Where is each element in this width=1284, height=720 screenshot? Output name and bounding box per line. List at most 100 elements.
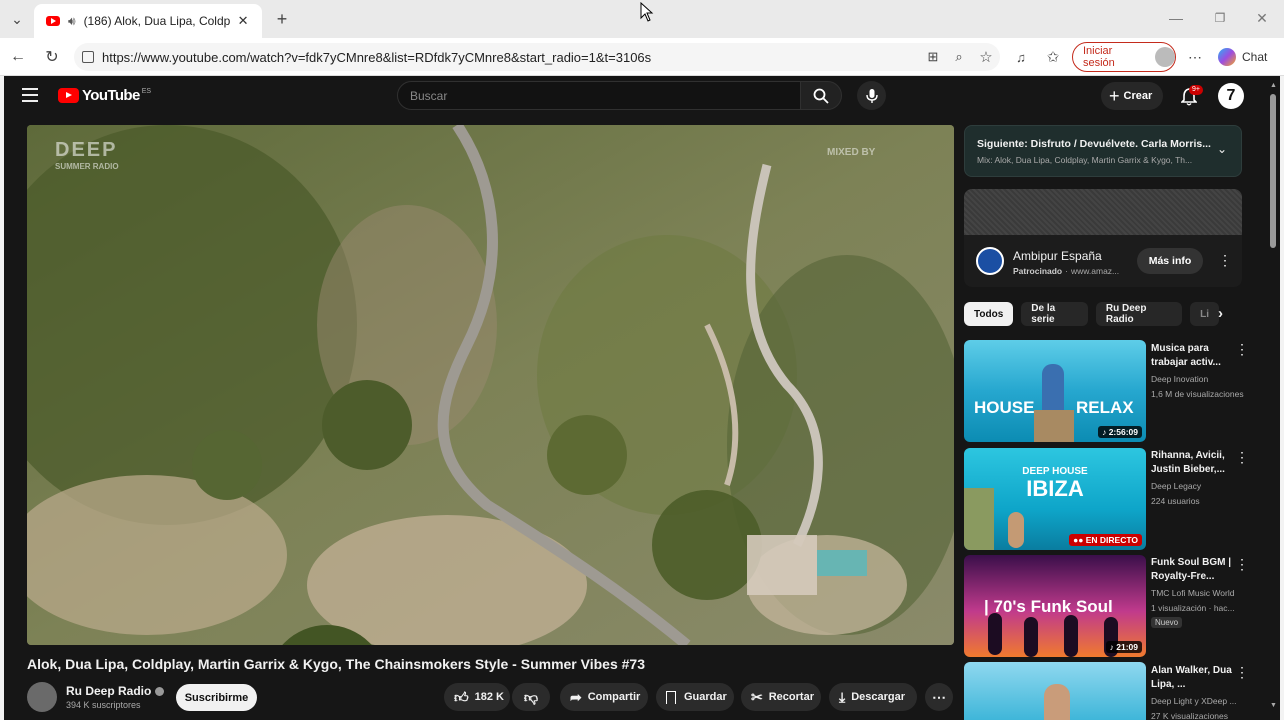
live-badge: ●● EN DIRECTO [1069, 534, 1142, 546]
create-label: Crear [1123, 90, 1153, 102]
duration-badge: ♪ 21:09 [1105, 641, 1142, 653]
more-actions-button[interactable]: ⋯ [925, 683, 953, 711]
thumb-figure [1044, 684, 1070, 720]
playlist-panel[interactable]: Siguiente: Disfruto / Devuélvete. Carla … [964, 125, 1242, 177]
close-window-icon[interactable]: ✕ [1254, 10, 1270, 26]
expand-chevron-icon[interactable]: ⌄ [1217, 142, 1227, 156]
thumb-pier [1034, 410, 1074, 442]
rec-kebab-icon[interactable]: ⋮ [1235, 342, 1249, 356]
chip-todos[interactable]: Todos [964, 302, 1014, 326]
scroll-down-icon[interactable]: ▼ [1270, 702, 1277, 709]
minimize-icon[interactable]: — [1168, 10, 1184, 26]
ad-more-info-button[interactable]: Más info [1137, 248, 1203, 274]
maximize-icon[interactable]: ❐ [1212, 10, 1228, 26]
thumb-text-left: HOUSE [974, 398, 1035, 417]
bookmark-icon [666, 690, 676, 704]
youtube-play-logo-icon [58, 88, 79, 103]
rec-viewers-2: 224 usuarios [1151, 496, 1200, 506]
thumb-silhouette [1024, 617, 1038, 657]
playlist-mix-label: Mix: Alok, Dua Lipa, Coldplay, Martin Ga… [977, 155, 1193, 165]
rec-channel-2[interactable]: Deep Legacy [1151, 479, 1201, 493]
copilot-chat-button[interactable]: Chat [1218, 46, 1278, 68]
share-button[interactable]: ➦ Compartir [560, 683, 648, 711]
ad-card[interactable]: Ambipur España Patrocinado · www.amaz...… [964, 189, 1242, 287]
rec-thumbnail-3[interactable]: | 70's Funk Soul ♪ 21:09 [964, 555, 1146, 657]
tab-list-chevron-icon[interactable]: ⌄ [6, 10, 28, 28]
rec-title-4[interactable]: Alan Walker, Dua Lipa, ... [1151, 664, 1243, 692]
rec-kebab-icon[interactable]: ⋮ [1235, 450, 1249, 464]
scrollbar-thumb[interactable] [1270, 94, 1276, 248]
chip-ru-deep-radio[interactable]: Ru Deep Radio [1095, 302, 1183, 326]
account-avatar[interactable]: 7 [1218, 83, 1244, 109]
menu-hamburger-icon[interactable] [22, 88, 38, 102]
url-field[interactable]: https://www.youtube.com/watch?v=fdk7yCMn… [74, 43, 1000, 71]
rec-kebab-icon[interactable]: ⋮ [1235, 557, 1249, 571]
rec-channel-3[interactable]: TMC Lofi Music World [1151, 586, 1234, 600]
new-tab-icon[interactable]: + [272, 9, 292, 29]
app-available-icon[interactable]: ⊞ [924, 48, 942, 66]
clip-label: Recortar [768, 691, 814, 703]
thumb-figure [1008, 512, 1024, 548]
page-scrollbar[interactable]: ▲ ▼ [1266, 76, 1280, 720]
notifications-button[interactable]: 9+ [1179, 85, 1203, 107]
search-input[interactable]: Buscar [397, 81, 801, 110]
thumb-silhouette [988, 613, 1002, 655]
signin-button[interactable]: Iniciar sesión [1072, 42, 1176, 72]
subscribe-button[interactable]: Suscribirme [176, 684, 257, 711]
chip-partial[interactable]: Li [1190, 302, 1219, 326]
back-arrow-icon[interactable]: ← [8, 48, 28, 66]
video-player[interactable]: DEEP SUMMER RADIO MIXED BY [27, 125, 954, 645]
site-info-icon[interactable] [82, 51, 94, 63]
search-button[interactable] [800, 81, 842, 110]
refresh-icon[interactable]: ↻ [42, 48, 62, 66]
rec-thumbnail-1[interactable]: HOUSE RELAX ♪ 2:56:09 [964, 340, 1146, 442]
rec-kebab-icon[interactable]: ⋮ [1235, 665, 1249, 679]
plus-icon: + [1109, 86, 1120, 106]
ad-logo-icon [976, 247, 1004, 275]
channel-avatar[interactable] [27, 682, 57, 712]
tab-title: (186) Alok, Dua Lipa, Coldplay [83, 14, 230, 28]
rec-views-3: 1 visualización · hac... [1151, 603, 1235, 613]
rec-title-3[interactable]: Funk Soul BGM | Royalty-Fre... [1151, 556, 1243, 584]
download-button[interactable]: ⤓ Descargar [829, 683, 917, 711]
rec-thumbnail-4[interactable] [964, 662, 1146, 720]
media-control-icon[interactable]: ♫ [1012, 48, 1030, 66]
close-tab-icon[interactable]: ✕ [238, 13, 249, 29]
video-title: Alok, Dua Lipa, Coldplay, Martin Garrix … [27, 656, 645, 672]
ad-sponsored: Patrocinado [1013, 266, 1063, 276]
rec-channel-4[interactable]: Deep Light y XDeep ... [1151, 694, 1237, 708]
youtube-page: YouTube ES Buscar + Crear 9+ 7 DEEP SUMM… [4, 76, 1280, 720]
favorites-icon[interactable]: ✩ [1044, 48, 1062, 66]
rec-channel-1[interactable]: Deep Inovation [1151, 372, 1208, 386]
channel-name-row[interactable]: Ru Deep Radio [66, 684, 165, 698]
like-button[interactable]: 👍︎ 182 K [444, 683, 510, 711]
favorite-star-icon[interactable]: ☆ [977, 48, 995, 66]
clip-button[interactable]: ✂ Recortar [741, 683, 821, 711]
region-code: ES [141, 87, 152, 95]
ad-kebab-icon[interactable]: ⋮ [1218, 252, 1232, 269]
browser-tab-bar: ⌄ 🔊︎ (186) Alok, Dua Lipa, Coldplay ✕ + … [0, 0, 1284, 38]
save-button[interactable]: Guardar [656, 683, 734, 711]
watermark-right: MIXED BY [827, 147, 876, 158]
dislike-button[interactable]: 👎︎ [512, 683, 550, 711]
rec-title-1[interactable]: Musica para trabajar activ... [1151, 342, 1243, 370]
browser-tab[interactable]: 🔊︎ (186) Alok, Dua Lipa, Coldplay ✕ [34, 4, 262, 38]
zoom-icon[interactable]: ⌕ [950, 48, 968, 66]
audio-playing-icon[interactable]: 🔊︎ [68, 14, 76, 29]
chips-next-chevron-icon[interactable]: › [1218, 305, 1223, 322]
share-arrow-icon: ➦ [570, 688, 582, 705]
thumb-text-big: IBIZA [1026, 476, 1084, 501]
rec-thumbnail-2[interactable]: DEEP HOUSE IBIZA ●● EN DIRECTO [964, 448, 1146, 550]
rec-title-2[interactable]: Rihanna, Avicii, Justin Bieber,... [1151, 449, 1243, 477]
chip-de-la-serie[interactable]: De la serie [1021, 302, 1088, 326]
scroll-up-icon[interactable]: ▲ [1270, 82, 1277, 89]
thumb-text: | 70's Funk Soul [984, 597, 1113, 616]
create-button[interactable]: + Crear [1101, 82, 1163, 110]
voice-search-button[interactable] [857, 81, 886, 110]
copilot-icon [1218, 48, 1236, 66]
youtube-logo[interactable]: YouTube ES [58, 87, 151, 104]
more-options-icon[interactable]: ⋯ [1186, 48, 1204, 66]
like-count: 182 K [474, 691, 504, 703]
thumbs-up-icon: 👍︎ [454, 688, 469, 705]
signin-label: Iniciar sesión [1083, 45, 1115, 69]
